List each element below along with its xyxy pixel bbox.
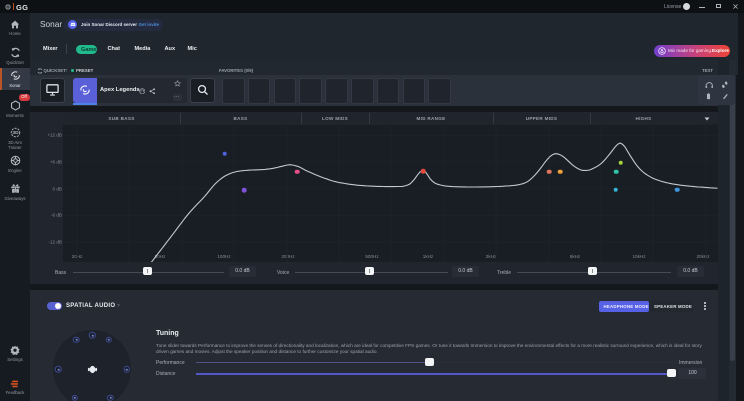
svg-text:3D: 3D: [12, 130, 19, 136]
